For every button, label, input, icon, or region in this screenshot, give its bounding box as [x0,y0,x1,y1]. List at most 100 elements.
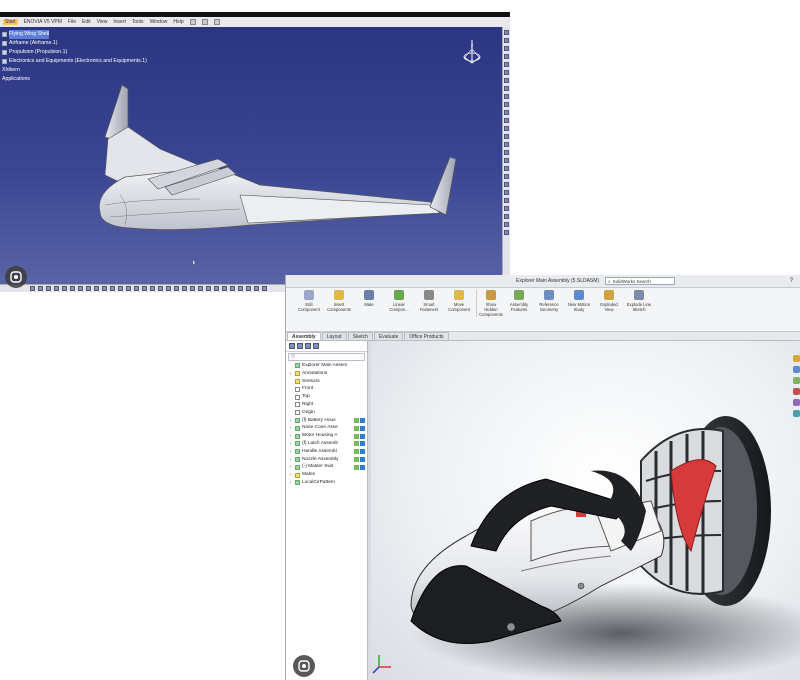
toolbar-icon[interactable] [134,286,139,291]
expand-toggle-icon[interactable]: + [289,432,293,440]
spec-tree-node[interactable]: Flying Wing Shell [2,30,147,39]
toolbar-icon[interactable] [504,174,509,179]
spec-tree-node[interactable]: Propulsion (Propulsion.1) [2,48,147,57]
underwater-scooter-model[interactable] [371,341,800,680]
google-lens-icon[interactable] [293,655,315,677]
menu-item[interactable]: Edit [82,19,91,25]
feature-tree-item[interactable]: Front [289,385,367,393]
configuration-manager-tab-icon[interactable] [305,343,311,349]
ribbon-button[interactable]: Move Component [446,290,472,312]
toolbar-icon[interactable] [504,206,509,211]
toolbar-icon[interactable] [504,62,509,67]
toolbar-icon[interactable] [206,286,211,291]
toolbar-icon[interactable] [504,134,509,139]
toolbar-icon[interactable] [504,54,509,59]
expand-toggle-icon[interactable]: + [289,417,293,425]
solidworks-3d-viewport[interactable] [371,341,800,680]
tab-office-products[interactable]: Office Products [404,332,449,340]
toolbar-icon[interactable] [102,286,107,291]
ribbon-button[interactable]: Explode Line Sketch [626,290,652,312]
menu-item[interactable]: Start [3,19,18,25]
toolbar-icon[interactable] [504,142,509,147]
menu-item[interactable]: ENOVIA V5 VPM [24,19,62,25]
toolbar-icon[interactable] [504,70,509,75]
window-control-icon[interactable] [213,19,220,25]
toolbar-icon[interactable] [504,46,509,51]
toolbar-icon[interactable] [504,182,509,187]
solidworks-resources-icon[interactable] [792,355,800,362]
feature-tree-item[interactable]: + LocalCirPattern [289,479,367,487]
toolbar-icon[interactable] [504,230,509,235]
feature-tree-item[interactable]: + (f) Latch Assemb [289,440,367,448]
window-control-icon[interactable] [201,19,208,25]
google-lens-icon[interactable] [5,266,27,288]
tab-sketch[interactable]: Sketch [347,332,373,340]
help-icon[interactable]: ? [790,278,793,284]
menu-item[interactable]: Insert [113,19,126,25]
toolbar-icon[interactable] [142,286,147,291]
feature-tree-item[interactable]: + (f) Battery Hous [289,417,367,425]
menu-item[interactable]: Tools [132,19,144,25]
feature-manager-tab-icon[interactable] [289,343,295,349]
compass-icon[interactable]: z [460,37,484,69]
spec-tree-node[interactable]: Airframe (Airframe.1) [2,39,147,48]
ribbon-button[interactable]: Mate [356,290,382,307]
expand-toggle-icon[interactable]: + [289,463,293,471]
design-library-icon[interactable] [792,366,800,373]
feature-tree-item[interactable]: Explorer Main Assem [289,362,367,370]
toolbar-icon[interactable] [62,286,67,291]
dimxpert-tab-icon[interactable] [313,343,319,349]
menu-item[interactable]: Window [150,19,168,25]
toolbar-icon[interactable] [504,190,509,195]
ribbon-button[interactable]: Insert Components [326,290,352,312]
toolbar-icon[interactable] [504,38,509,43]
toolbar-icon[interactable] [262,286,267,291]
toolbar-icon[interactable] [70,286,75,291]
tab-layout[interactable]: Layout [321,332,347,340]
search-input[interactable]: ⌕ SolidWorks Search [605,277,676,285]
feature-tree-item[interactable]: + Nose Cone Asse [289,424,367,432]
ribbon-button[interactable]: Smart Fasteners [416,290,442,312]
expand-toggle-icon[interactable]: + [289,456,293,464]
tab-assembly[interactable]: Assembly [287,332,321,340]
toolbar-icon[interactable] [504,86,509,91]
feature-tree-item[interactable]: + Mates [289,471,367,479]
menu-item[interactable]: Help [173,19,183,25]
toolbar-icon[interactable] [158,286,163,291]
toolbar-icon[interactable] [504,166,509,171]
toolbar-icon[interactable] [30,286,35,291]
toolbar-icon[interactable] [504,78,509,83]
appearances-icon[interactable] [792,399,800,406]
toolbar-icon[interactable] [504,222,509,227]
toolbar-icon[interactable] [504,118,509,123]
file-explorer-icon[interactable] [792,377,800,384]
expand-toggle-icon[interactable]: + [289,471,293,479]
expand-toggle-icon[interactable]: + [289,424,293,432]
toolbar-icon[interactable] [174,286,179,291]
toolbar-icon[interactable] [198,286,203,291]
menu-item[interactable]: View [97,19,108,25]
ribbon-button[interactable]: New Motion Study [566,290,592,312]
toolbar-icon[interactable] [38,286,43,291]
ribbon-button[interactable]: Assembly Features [506,290,532,312]
toolbar-icon[interactable] [504,126,509,131]
toolbar-icon[interactable] [504,150,509,155]
feature-tree-item[interactable]: + (-) Master Swit [289,463,367,471]
property-manager-tab-icon[interactable] [297,343,303,349]
toolbar-icon[interactable] [222,286,227,291]
spec-tree-node[interactable]: Applications [2,75,147,84]
toolbar-icon[interactable] [46,286,51,291]
spec-tree-node[interactable]: Electronics and Equipments (Electronics … [2,57,147,66]
ribbon-button[interactable]: Linear Compon... [386,290,412,312]
ribbon-button[interactable]: Show Hidden Components [476,290,503,317]
toolbar-icon[interactable] [504,102,509,107]
toolbar-icon[interactable] [246,286,251,291]
toolbar-icon[interactable] [126,286,131,291]
toolbar-icon[interactable] [238,286,243,291]
feature-tree-item[interactable]: Top [289,393,367,401]
toolbar-icon[interactable] [86,286,91,291]
feature-tree-item[interactable]: Sensors [289,378,367,386]
toolbar-icon[interactable] [94,286,99,291]
toolbar-icon[interactable] [504,30,509,35]
feature-tree-item[interactable]: + Annotations [289,370,367,378]
